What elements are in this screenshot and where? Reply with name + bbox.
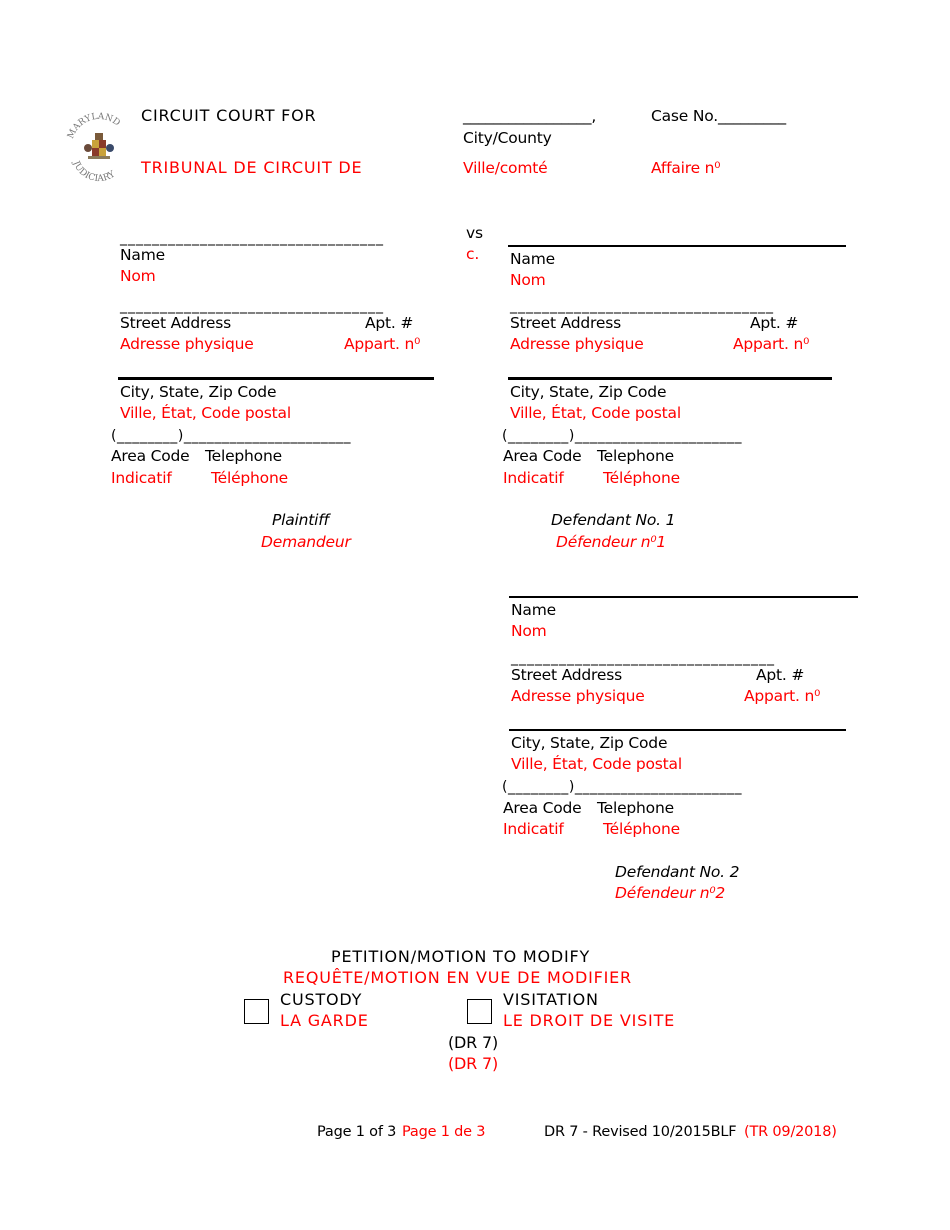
plaintiff-telephone-label-en: Telephone [205, 447, 282, 465]
defendant-2-street-label-fr: Adresse physique [511, 687, 645, 705]
plaintiff-city-label-fr: Ville, État, Code postal [120, 404, 291, 422]
custody-label-en: CUSTODY [280, 990, 363, 1009]
svg-text:JUDICIARY: JUDICIARY [70, 159, 118, 184]
defendant-1-name-line[interactable] [508, 245, 846, 247]
court-title-fr: TRIBUNAL DE CIRCUIT DE [141, 158, 363, 177]
defendant-2-telephone-label-en: Telephone [597, 799, 674, 817]
defendant-1-area-code-label-en: Area Code [503, 447, 582, 465]
plaintiff-street-label-en: Street Address [120, 314, 231, 332]
defendant-1-city-line[interactable] [508, 377, 832, 380]
defendant-1-city-label-en: City, State, Zip Code [510, 383, 667, 401]
visitation-label-fr: LE DROIT DE VISITE [503, 1011, 676, 1030]
city-county-field[interactable]: _________________, [463, 106, 596, 126]
defendant-1-role-fr: Défendeur n⁰1 [556, 533, 667, 551]
plaintiff-area-code-label-en: Area Code [111, 447, 190, 465]
plaintiff-role-en: Plaintiff [272, 511, 329, 529]
defendant-1-city-label-fr: Ville, État, Code postal [510, 404, 681, 422]
versus-label-en: vs [466, 224, 483, 242]
defendant-2-name-line[interactable] [509, 596, 858, 598]
form-title-en: PETITION/MOTION TO MODIFY [331, 947, 591, 966]
defendant-1-telephone-label-en: Telephone [597, 447, 674, 465]
visitation-checkbox[interactable] [467, 999, 492, 1024]
defendant-1-phone-field[interactable]: (________)______________________ [502, 426, 742, 446]
defendant-1-apt-label-fr: Appart. n⁰ [733, 335, 810, 353]
defendant-2-street-label-en: Street Address [511, 666, 622, 684]
custody-checkbox[interactable] [244, 999, 269, 1024]
plaintiff-name-label-en: Name [120, 246, 165, 264]
form-number-fr: (DR 7) [448, 1054, 498, 1073]
plaintiff-area-code-label-fr: Indicatif [111, 469, 172, 487]
defendant-2-apt-label-en: Apt. # [756, 666, 805, 684]
svg-text:MARYLAND: MARYLAND [66, 112, 122, 141]
form-number-en: (DR 7) [448, 1033, 498, 1052]
defendant-1-area-code-label-fr: Indicatif [503, 469, 564, 487]
plaintiff-telephone-label-fr: Téléphone [211, 469, 288, 487]
defendant-1-street-label-fr: Adresse physique [510, 335, 644, 353]
defendant-1-apt-label-en: Apt. # [750, 314, 799, 332]
defendant-1-street-label-en: Street Address [510, 314, 621, 332]
defendant-2-role-fr: Défendeur n⁰2 [615, 884, 726, 902]
plaintiff-role-fr: Demandeur [261, 533, 351, 551]
defendant-2-apt-label-fr: Appart. n⁰ [744, 687, 821, 705]
defendant-2-name-label-en: Name [511, 601, 556, 619]
case-number-field[interactable]: Case No._________ [651, 106, 786, 126]
plaintiff-apt-label-en: Apt. # [365, 314, 414, 332]
defendant-1-telephone-label-fr: Téléphone [603, 469, 680, 487]
defendant-2-city-label-fr: Ville, État, Code postal [511, 755, 682, 773]
visitation-label-en: VISITATION [503, 990, 599, 1009]
page-number-en: Page 1 of 3 [317, 1124, 397, 1140]
maryland-judiciary-seal-icon: MARYLAND JUDICIARY [66, 112, 122, 184]
defendant-2-phone-field[interactable]: (________)______________________ [502, 777, 742, 797]
translation-revision-id: (TR 09/2018) [744, 1124, 837, 1140]
form-revision-id: DR 7 - Revised 10/2015BLF [544, 1124, 737, 1140]
custody-label-fr: LA GARDE [280, 1011, 369, 1030]
plaintiff-city-label-en: City, State, Zip Code [120, 383, 277, 401]
form-title-fr: REQUÊTE/MOTION EN VUE DE MODIFIER [283, 968, 632, 987]
case-number-label-fr: Affaire n⁰ [651, 159, 721, 177]
defendant-2-city-label-en: City, State, Zip Code [511, 734, 668, 752]
page-number-fr: Page 1 de 3 [402, 1124, 486, 1140]
plaintiff-city-line[interactable] [118, 377, 434, 380]
plaintiff-street-label-fr: Adresse physique [120, 335, 254, 353]
defendant-2-name-label-fr: Nom [511, 622, 547, 640]
defendant-1-role-en: Defendant No. 1 [551, 511, 676, 529]
defendant-1-name-label-fr: Nom [510, 271, 546, 289]
versus-label-fr: c. [466, 245, 480, 263]
defendant-2-telephone-label-fr: Téléphone [603, 820, 680, 838]
defendant-1-name-label-en: Name [510, 250, 555, 268]
defendant-2-role-en: Defendant No. 2 [615, 863, 740, 881]
defendant-2-area-code-label-en: Area Code [503, 799, 582, 817]
city-county-label-en: City/County [463, 129, 552, 147]
city-county-label-fr: Ville/comté [463, 159, 548, 177]
defendant-2-area-code-label-fr: Indicatif [503, 820, 564, 838]
plaintiff-apt-label-fr: Appart. n⁰ [344, 335, 421, 353]
defendant-2-city-line[interactable] [509, 729, 846, 731]
plaintiff-phone-field[interactable]: (________)______________________ [111, 426, 351, 446]
plaintiff-name-label-fr: Nom [120, 267, 156, 285]
court-title-en: CIRCUIT COURT FOR [141, 106, 317, 125]
